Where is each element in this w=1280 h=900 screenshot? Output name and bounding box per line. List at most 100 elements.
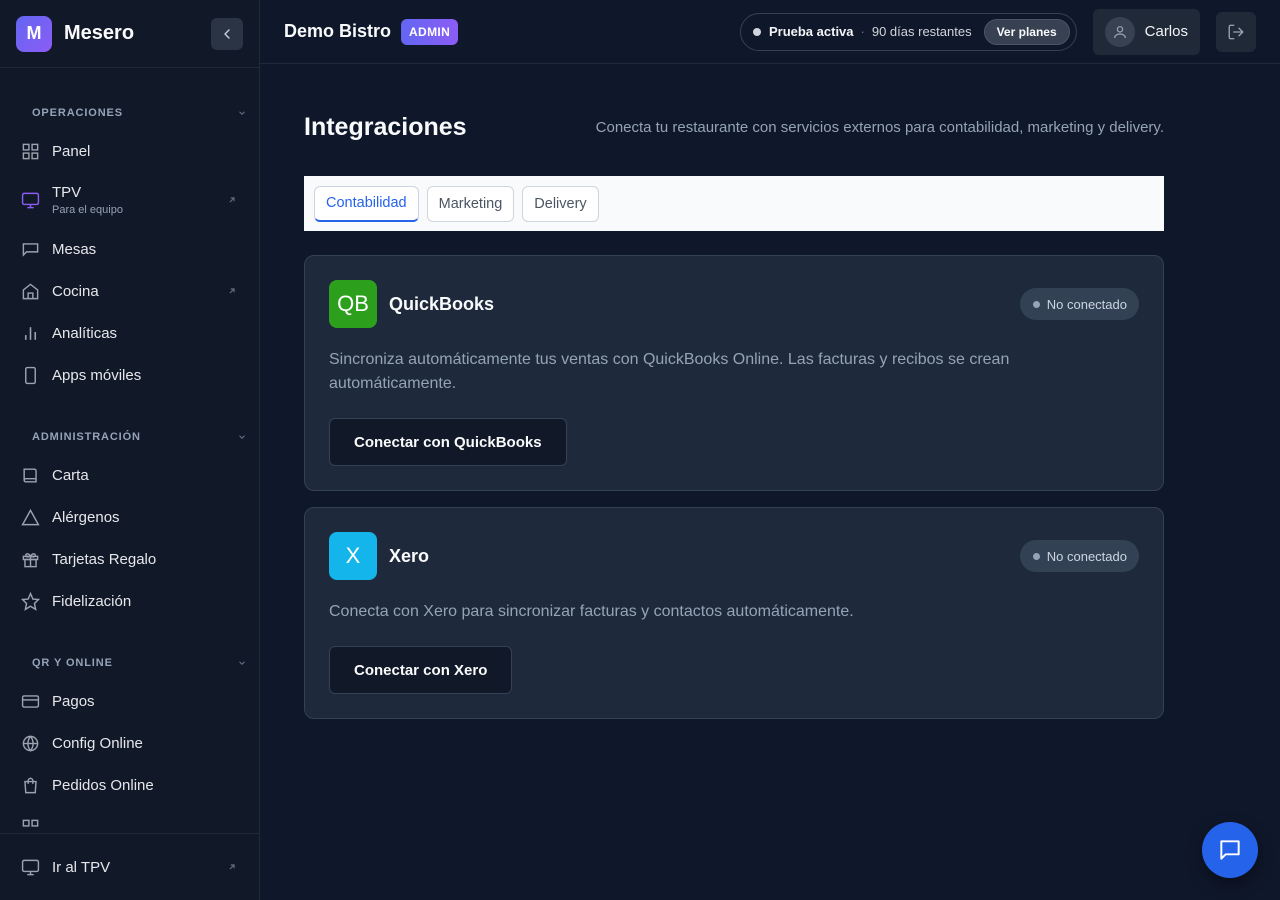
integration-description: Sincroniza automáticamente tus ventas co… <box>329 351 1010 392</box>
chat-icon <box>1220 840 1240 860</box>
alert-triangle-icon <box>20 507 40 527</box>
page-title: Integraciones <box>304 112 467 141</box>
role-badge: ADMIN <box>401 18 459 45</box>
business-name: Demo Bistro <box>284 21 392 41</box>
sidebar-item-sublabel: Para el equipo <box>52 204 123 216</box>
sidebar-item-label: Cocina <box>52 282 99 300</box>
sidebar-item-label: Panel <box>52 142 91 160</box>
integration-name: Xero <box>389 545 430 566</box>
credit-card-icon <box>20 691 40 711</box>
status-text: No conectado <box>1046 296 1127 312</box>
chevron-left-icon <box>224 28 230 39</box>
sidebar-item-cocina[interactable]: Cocina <box>0 270 259 312</box>
section-title: OPERACIONES <box>32 107 123 119</box>
external-link-icon <box>227 283 237 300</box>
sidebar-item-label: Pagos <box>52 692 95 710</box>
bar-chart-icon <box>20 323 40 343</box>
top-header: Demo Bistro ADMIN Prueba activa · 90 día… <box>260 0 1280 64</box>
gift-icon <box>20 549 40 569</box>
external-link-icon <box>227 192 237 209</box>
trial-status: Prueba activa <box>768 24 854 39</box>
tab-marketing[interactable]: Marketing <box>426 185 515 222</box>
section-header-qr-online[interactable]: QR Y ONLINE <box>0 646 259 680</box>
collapse-sidebar-button[interactable] <box>211 17 243 50</box>
sidebar-item-label: Carta <box>52 466 89 484</box>
status-dot <box>752 27 761 36</box>
trial-status-pill: Prueba activa · 90 días restantes Ver pl… <box>739 12 1077 51</box>
shopping-bag-icon <box>20 775 40 795</box>
brand-logo: M <box>16 15 52 52</box>
sidebar-item-carta[interactable]: Carta <box>0 454 259 496</box>
sidebar-item-label: Analíticas <box>52 324 118 342</box>
chevron-down-icon <box>239 111 245 115</box>
integration-tabs: Contabilidad Marketing Delivery <box>304 176 1164 231</box>
sidebar-item-tarjetas-regalo[interactable]: Tarjetas Regalo <box>0 538 259 580</box>
grid-icon <box>20 817 40 833</box>
tab-contabilidad[interactable]: Contabilidad <box>314 185 419 222</box>
monitor-icon <box>20 190 40 210</box>
section-title: QR Y ONLINE <box>32 657 113 669</box>
section-header-administracion[interactable]: ADMINISTRACIÓN <box>0 420 259 454</box>
user-avatar-icon <box>1104 16 1135 47</box>
sidebar-item-alergenos[interactable]: Alérgenos <box>0 496 259 538</box>
integration-card-xero: X Xero No conectado Conecta con Xero par… <box>304 507 1164 719</box>
connect-xero-button[interactable]: Conectar con Xero <box>329 646 513 694</box>
quickbooks-logo: QB <box>329 280 377 328</box>
chevron-down-icon <box>239 435 245 439</box>
table-icon <box>20 239 40 259</box>
trial-remaining: 90 días restantes <box>871 24 972 39</box>
sidebar-item-label: Alérgenos <box>52 508 120 526</box>
page-description: Conecta tu restaurante con servicios ext… <box>595 118 1164 136</box>
home-icon <box>20 281 40 301</box>
sidebar-item-apps-moviles[interactable]: Apps móviles <box>0 354 259 396</box>
chat-button[interactable] <box>1202 822 1258 878</box>
logout-button[interactable] <box>1216 11 1256 52</box>
brand-name: Mesero <box>64 22 135 44</box>
sidebar-item-pagos[interactable]: Pagos <box>0 680 259 722</box>
sidebar-item-label: Apps móviles <box>52 366 142 384</box>
sidebar-item-analiticas[interactable]: Analíticas <box>0 312 259 354</box>
status-badge: No conectado <box>1019 540 1139 572</box>
sidebar-item-pedidos-online[interactable]: Pedidos Online <box>0 764 259 806</box>
sidebar-item-config-online[interactable]: Config Online <box>0 722 259 764</box>
connect-quickbooks-button[interactable]: Conectar con QuickBooks <box>329 418 567 466</box>
sidebar-item-mesas[interactable]: Mesas <box>0 228 259 270</box>
star-icon <box>20 591 40 611</box>
section-title: ADMINISTRACIÓN <box>32 431 141 443</box>
brand: M Mesero <box>0 0 259 68</box>
sidebar-item-fidelizacion[interactable]: Fidelización <box>0 580 259 622</box>
integration-card-quickbooks: QB QuickBooks No conectado Sincroniza au… <box>304 255 1164 491</box>
chevron-down-icon <box>239 661 245 665</box>
external-link-icon <box>227 859 237 876</box>
sidebar: M Mesero OPERACIONES Panel TPV Para el e… <box>0 0 260 900</box>
smartphone-icon <box>20 365 40 385</box>
globe-icon <box>20 733 40 753</box>
tab-delivery[interactable]: Delivery <box>522 185 599 222</box>
status-dot <box>1032 300 1040 308</box>
grid-icon <box>20 141 40 161</box>
sidebar-item-partial[interactable] <box>0 806 259 833</box>
sidebar-item-panel[interactable]: Panel <box>0 130 259 172</box>
view-plans-button[interactable]: Ver planes <box>983 18 1070 45</box>
page-header: Integraciones Conecta tu restaurante con… <box>304 64 1164 176</box>
integration-description: Conecta con Xero para sincronizar factur… <box>329 603 854 620</box>
book-icon <box>20 465 40 485</box>
logout-icon <box>1228 24 1244 39</box>
status-text: No conectado <box>1046 548 1127 564</box>
user-menu[interactable]: Carlos <box>1092 8 1200 55</box>
integration-name: QuickBooks <box>389 293 495 314</box>
status-badge: No conectado <box>1019 288 1139 320</box>
sidebar-item-tpv[interactable]: TPV Para el equipo <box>0 172 259 228</box>
trial-separator: · <box>860 24 865 39</box>
sidebar-item-label: Fidelización <box>52 592 132 610</box>
footer-label: Ir al TPV <box>52 858 111 876</box>
go-to-tpv-link[interactable]: Ir al TPV <box>0 833 259 900</box>
sidebar-item-label: TPV <box>52 184 82 201</box>
user-name: Carlos <box>1144 23 1188 40</box>
status-dot <box>1032 552 1040 560</box>
xero-logo: X <box>329 532 377 580</box>
sidebar-item-label: Config Online <box>52 734 143 752</box>
main-content: Integraciones Conecta tu restaurante con… <box>304 64 1164 719</box>
section-header-operaciones[interactable]: OPERACIONES <box>0 96 259 130</box>
sidebar-nav: OPERACIONES Panel TPV Para el equipo Mes… <box>0 68 259 833</box>
